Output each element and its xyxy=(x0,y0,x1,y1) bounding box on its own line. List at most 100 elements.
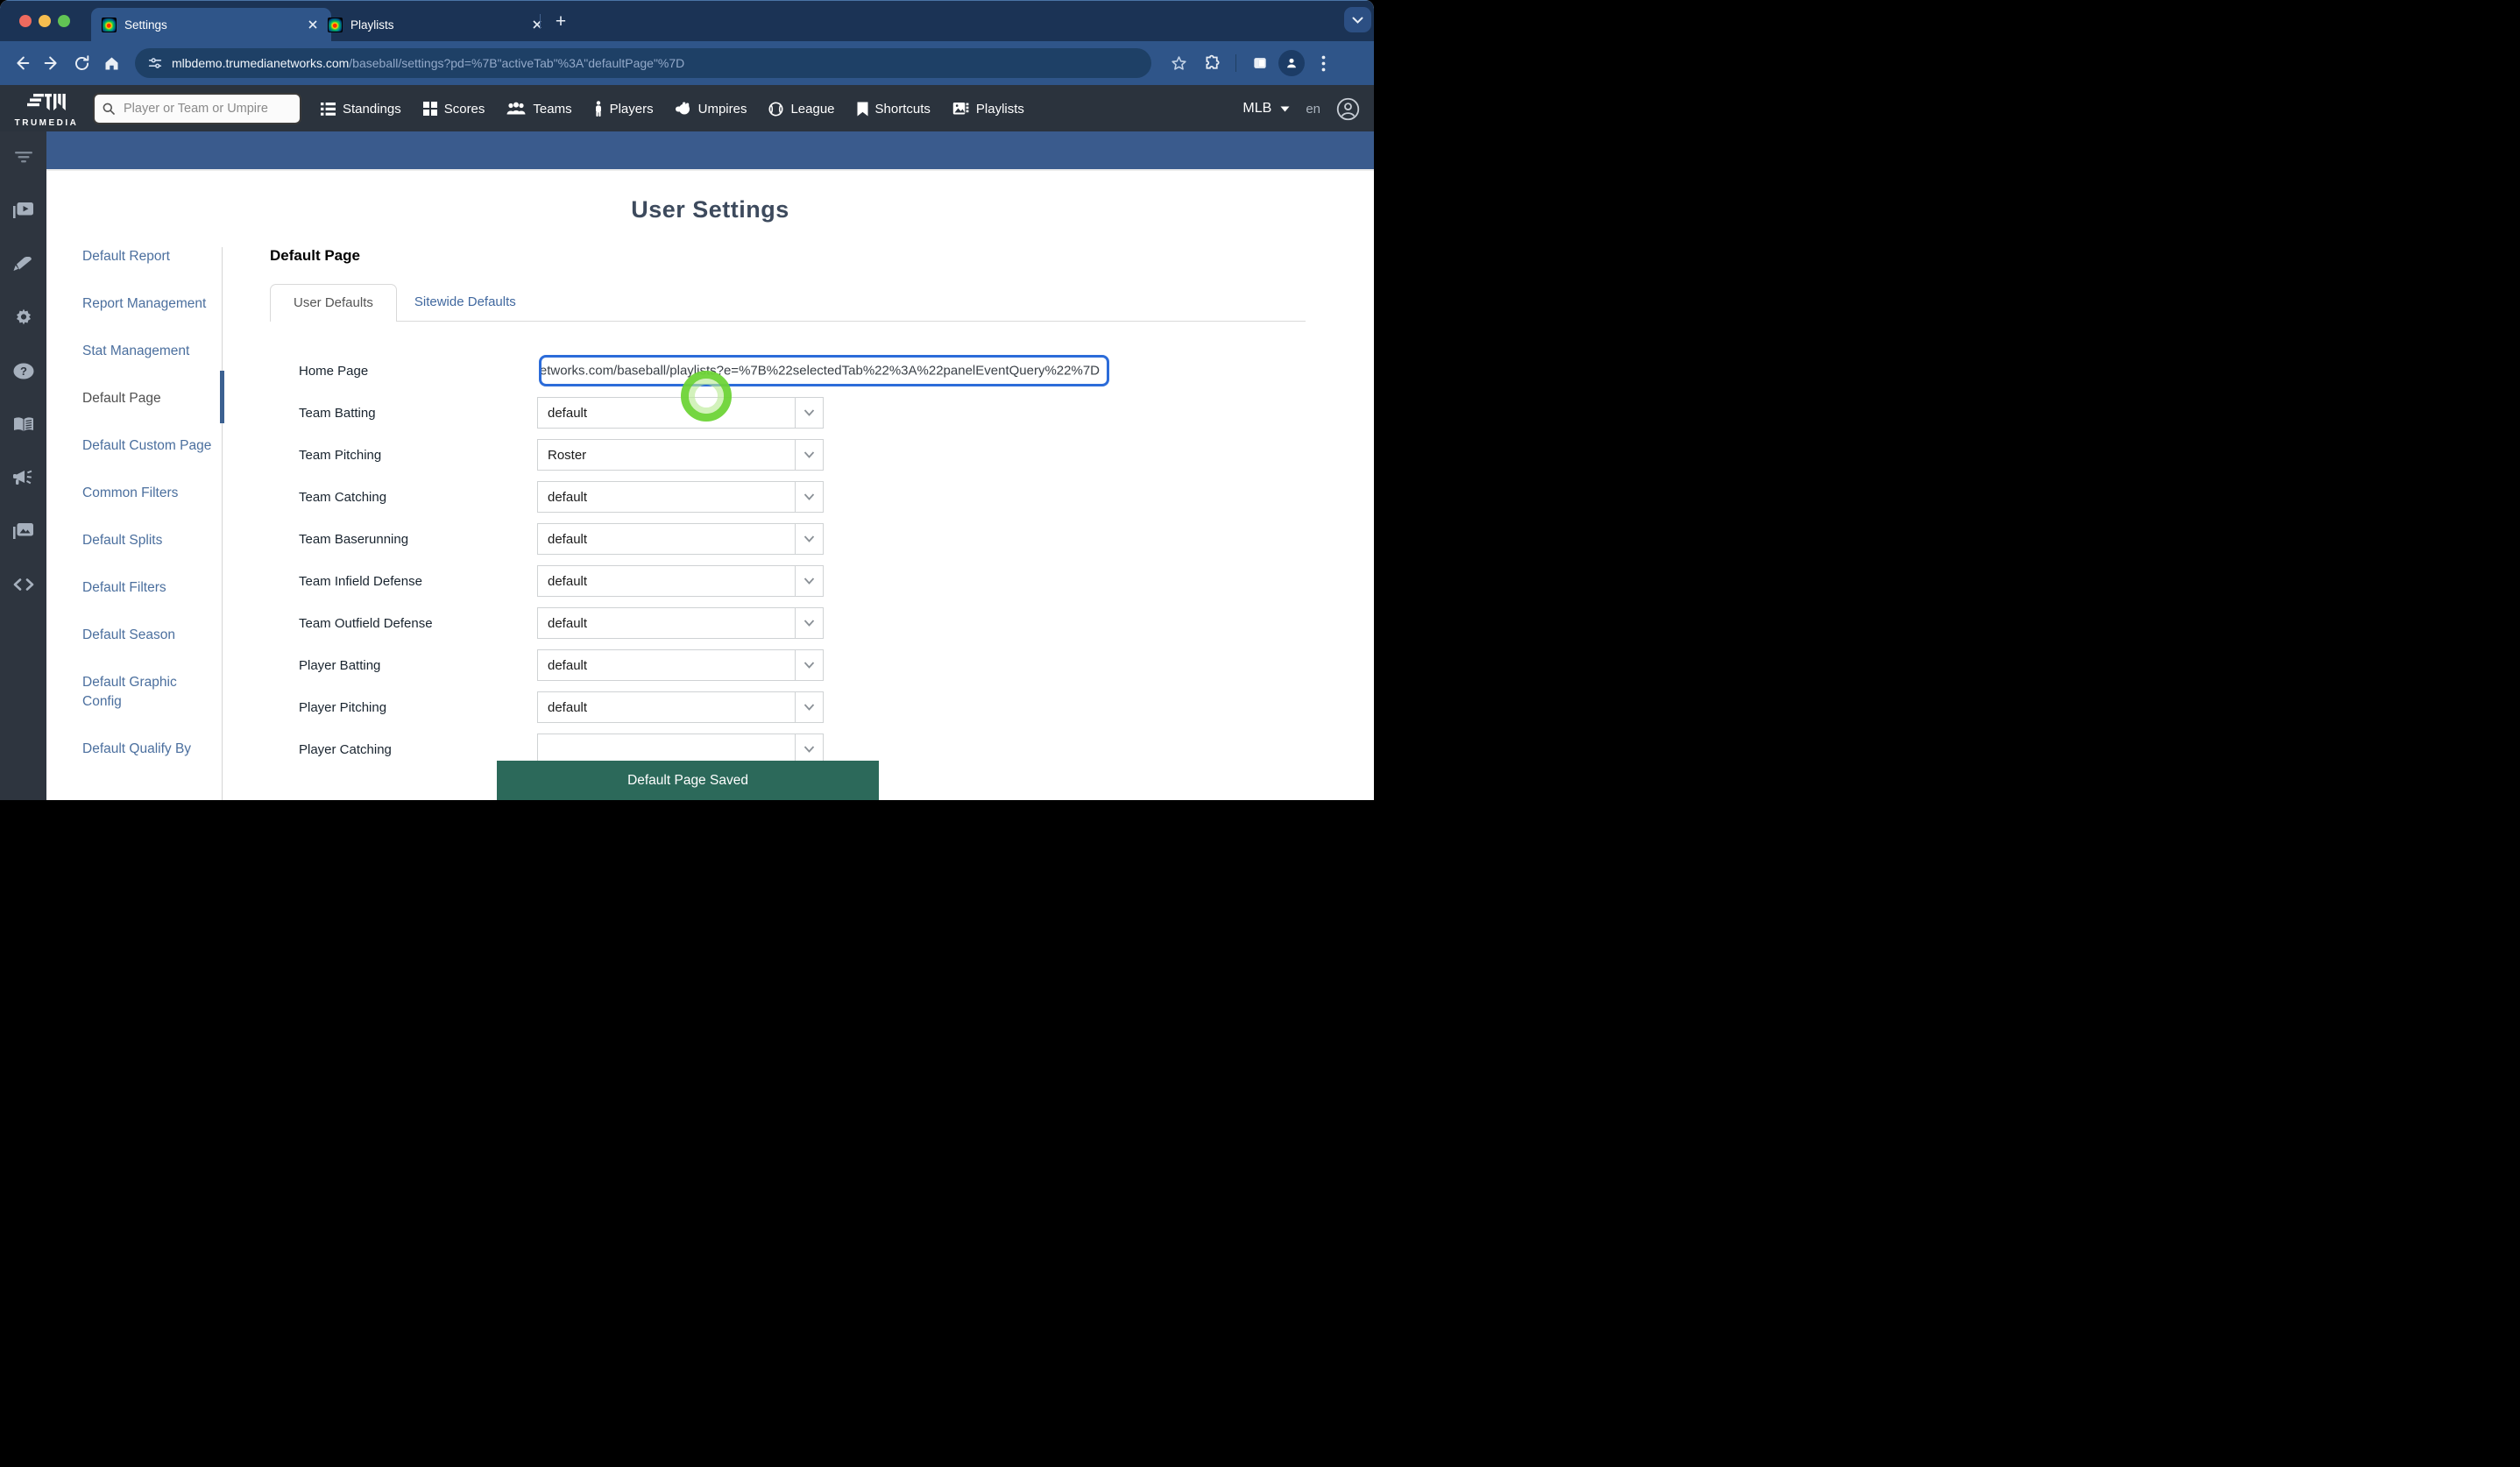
close-tab-icon[interactable] xyxy=(529,17,545,32)
saved-toast: Default Page Saved xyxy=(497,761,879,800)
nav-item-label: Standings xyxy=(343,102,401,117)
browser-tab-playlists[interactable]: Playlists xyxy=(317,8,556,41)
player-batting-select[interactable]: default xyxy=(537,649,824,681)
browser-toolbar: mlbdemo.trumedianetworks.com/baseball/se… xyxy=(0,41,1374,85)
media-gallery-icon[interactable] xyxy=(12,520,35,542)
navbar-right: MLB en xyxy=(1242,97,1360,121)
user-profile-icon[interactable] xyxy=(1336,97,1360,121)
close-window-button[interactable] xyxy=(19,15,32,27)
site-favicon xyxy=(102,18,117,32)
browser-window: Settings Playlists + xyxy=(0,0,1374,800)
browser-tab-settings[interactable]: Settings xyxy=(91,8,331,41)
nav-item-label: Playlists xyxy=(976,102,1024,117)
nav-item-teams[interactable]: Teams xyxy=(506,102,571,117)
language-selector[interactable]: en xyxy=(1306,102,1320,117)
window-controls[interactable] xyxy=(19,15,70,27)
form-row-team-baserunning: Team Baserunning default xyxy=(270,518,1306,560)
main-navigation: Standings Scores Teams Players Umpires L… xyxy=(321,101,1024,117)
team-outfield-defense-select[interactable]: default xyxy=(537,607,824,639)
field-label: Player Pitching xyxy=(270,700,537,715)
code-icon[interactable] xyxy=(12,573,35,596)
side-panel-icon[interactable] xyxy=(1245,48,1275,78)
team-pitching-select[interactable]: Roster xyxy=(537,439,824,471)
select-value: Roster xyxy=(548,448,586,463)
back-button[interactable] xyxy=(7,48,37,78)
url-text: mlbdemo.trumedianetworks.com/baseball/se… xyxy=(172,56,684,70)
menu-item-default-graphic-config[interactable]: Default Graphic Config xyxy=(82,673,216,712)
profile-avatar-icon[interactable] xyxy=(1278,50,1305,76)
nav-item-label: Shortcuts xyxy=(875,102,931,117)
player-pitching-select[interactable]: default xyxy=(537,691,824,723)
brand-wordmark: TRUMEDIA xyxy=(15,118,79,128)
url-bar[interactable]: mlbdemo.trumedianetworks.com/baseball/se… xyxy=(135,48,1151,78)
chevron-down-icon xyxy=(795,524,823,554)
menu-item-report-management[interactable]: Report Management xyxy=(82,294,216,314)
team-batting-select[interactable]: default xyxy=(537,397,824,429)
nav-item-umpires[interactable]: Umpires xyxy=(676,102,747,117)
bookmark-star-icon[interactable] xyxy=(1164,48,1193,78)
nav-item-players[interactable]: Players xyxy=(594,101,654,117)
tab-user-defaults[interactable]: User Defaults xyxy=(270,284,397,322)
form-row-player-batting: Player Batting default xyxy=(270,644,1306,686)
menu-item-default-qualify-by[interactable]: Default Qualify By xyxy=(82,740,216,759)
chevron-down-icon xyxy=(795,650,823,680)
select-value: default xyxy=(548,700,587,715)
tab-title: Settings xyxy=(124,18,298,32)
section-title: Default Page xyxy=(270,247,1306,265)
team-catching-select[interactable]: default xyxy=(537,481,824,513)
extensions-icon[interactable] xyxy=(1197,48,1227,78)
nav-item-label: Players xyxy=(610,102,654,117)
nav-item-league[interactable]: League xyxy=(768,102,834,117)
new-tab-button[interactable]: + xyxy=(549,10,573,34)
default-page-panel: Default Page User Defaults Sitewide Defa… xyxy=(270,247,1306,800)
home-page-value: etworks.com/baseball/playlists?e=%7B%22s… xyxy=(540,364,1100,379)
help-icon[interactable]: ? xyxy=(12,359,35,382)
search-input[interactable] xyxy=(122,101,283,117)
menu-item-common-filters[interactable]: Common Filters xyxy=(82,484,216,503)
home-page-input[interactable]: etworks.com/baseball/playlists?e=%7B%22s… xyxy=(539,355,1109,386)
tab-sitewide-defaults[interactable]: Sitewide Defaults xyxy=(414,284,516,321)
menu-item-default-filters[interactable]: Default Filters xyxy=(82,578,216,598)
minimize-window-button[interactable] xyxy=(39,15,51,27)
whiteboard-icon[interactable] xyxy=(12,252,35,275)
tune-icon[interactable] xyxy=(147,55,163,71)
nav-item-standings[interactable]: Standings xyxy=(321,102,401,117)
nav-item-scores[interactable]: Scores xyxy=(423,102,485,117)
nav-item-label: Umpires xyxy=(698,102,747,117)
toolbar-divider xyxy=(1235,54,1236,72)
maximize-window-button[interactable] xyxy=(58,15,70,27)
menu-item-stat-management[interactable]: Stat Management xyxy=(82,342,216,361)
chevron-down-icon xyxy=(795,734,823,764)
field-label: Team Catching xyxy=(270,490,537,505)
nav-item-shortcuts[interactable]: Shortcuts xyxy=(857,102,931,117)
announcements-megaphone-icon[interactable] xyxy=(12,466,35,489)
menu-dots-icon[interactable] xyxy=(1308,48,1338,78)
menu-item-default-page[interactable]: Default Page xyxy=(82,389,216,408)
nav-item-playlists[interactable]: Playlists xyxy=(952,102,1024,117)
select-value: default xyxy=(548,574,587,589)
filter-icon[interactable] xyxy=(12,145,35,168)
menu-item-default-season[interactable]: Default Season xyxy=(82,626,216,645)
global-search[interactable] xyxy=(93,93,301,124)
trumedia-mark xyxy=(26,93,67,117)
settings-gear-icon[interactable] xyxy=(12,306,35,329)
forward-button[interactable] xyxy=(37,48,67,78)
toolbar-right xyxy=(1157,48,1338,78)
reload-button[interactable] xyxy=(67,48,96,78)
team-baserunning-select[interactable]: default xyxy=(537,523,824,555)
menu-item-default-custom-page[interactable]: Default Custom Page xyxy=(82,436,216,456)
scores-grid-icon xyxy=(423,102,437,116)
league-selector[interactable]: MLB xyxy=(1242,101,1290,117)
shortcuts-bookmark-icon xyxy=(857,102,868,117)
video-playlist-icon[interactable] xyxy=(12,199,35,222)
home-button[interactable] xyxy=(96,48,126,78)
field-label: Team Baserunning xyxy=(270,532,537,547)
chevron-down-icon xyxy=(795,398,823,428)
documentation-book-icon[interactable] xyxy=(12,413,35,436)
menu-item-default-splits[interactable]: Default Splits xyxy=(82,531,216,550)
form-row-team-pitching: Team Pitching Roster xyxy=(270,434,1306,476)
team-infield-defense-select[interactable]: default xyxy=(537,565,824,597)
trumedia-logo[interactable]: TRUMEDIA xyxy=(0,90,93,128)
menu-item-default-report[interactable]: Default Report xyxy=(82,247,216,266)
tab-search-button[interactable] xyxy=(1344,7,1371,32)
